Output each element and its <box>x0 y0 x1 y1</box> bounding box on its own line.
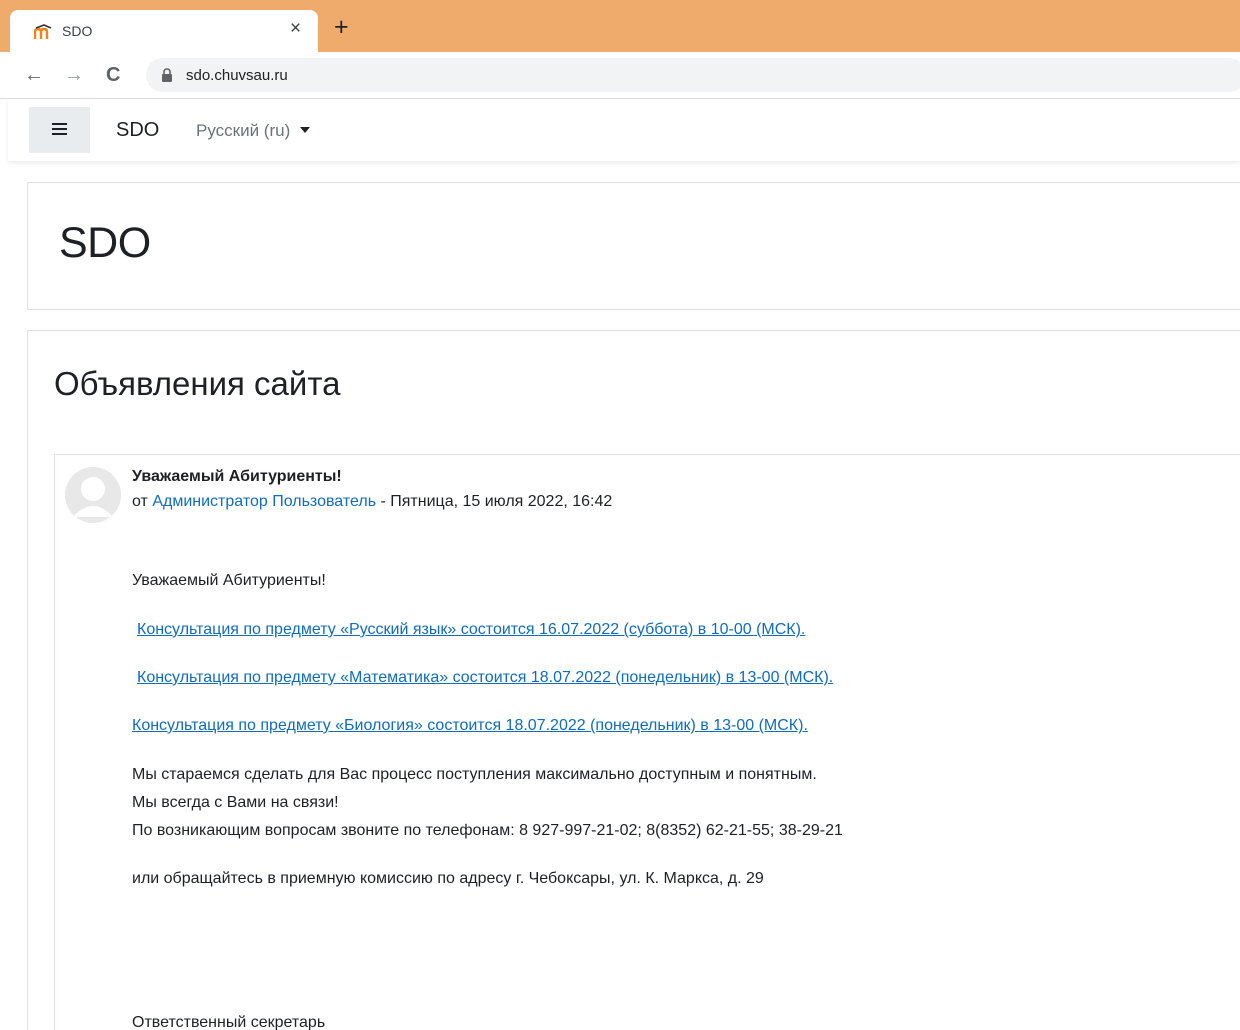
post-byline: от Администратор Пользователь - Пятница,… <box>132 493 612 511</box>
link-russian[interactable]: Консультация по предмету «Русский язык» … <box>137 621 805 638</box>
avatar[interactable] <box>65 467 121 523</box>
byline-prefix: от <box>132 493 153 510</box>
hamburger-icon <box>52 123 67 125</box>
link-math[interactable]: Консультация по предмету «Математика» со… <box>137 669 833 686</box>
tab-title: SDO <box>62 23 93 39</box>
browser-toolbar: ← → C sdo.chuvsau.ru <box>0 52 1240 98</box>
author-link[interactable]: Администратор Пользователь <box>152 493 376 510</box>
post-greeting: Уважаемый Абитуриенты! <box>132 572 326 589</box>
consultation-link-math: Консультация по предмету «Математика» со… <box>137 669 833 687</box>
post-text-line-1: Мы стараемся сделать для Вас процесс пос… <box>132 766 817 783</box>
page-title: SDO <box>59 219 151 267</box>
post-signature: Ответственный секретарь <box>132 1014 326 1030</box>
announcements-heading: Объявления сайта <box>54 365 341 402</box>
lock-icon <box>162 68 172 82</box>
site-navbar: SDO Русский ‎(ru)‎ <box>8 99 1240 161</box>
link-biology[interactable]: Консультация по предмету «Биология» сост… <box>132 717 808 734</box>
consultation-link-biology: Консультация по предмету «Биология» сост… <box>132 717 808 735</box>
nav-drawer-button[interactable] <box>29 107 90 153</box>
language-label: Русский ‎(ru)‎ <box>196 121 291 140</box>
page-header: SDO <box>27 182 1240 310</box>
new-tab-button[interactable]: + <box>334 14 349 40</box>
post-text-line-4: или обращайтесь в приемную комиссию по а… <box>132 870 764 887</box>
url-text: sdo.chuvsau.ru <box>186 67 288 84</box>
back-icon[interactable]: ← <box>24 64 44 86</box>
site-brand-link[interactable]: SDO <box>116 119 159 142</box>
language-menu[interactable]: Русский ‎(ru)‎ <box>196 121 311 141</box>
site-announcements: Объявления сайта Уважаемый Абитуриенты! … <box>27 330 1240 1030</box>
reload-icon[interactable]: C <box>106 64 120 86</box>
address-bar[interactable]: sdo.chuvsau.ru <box>146 58 1240 92</box>
browser-tabstrip: SDO × + <box>0 0 1240 52</box>
post-date: - Пятница, 15 июля 2022, 16:42 <box>376 493 613 510</box>
forward-icon[interactable]: → <box>64 64 84 86</box>
tab-close-icon[interactable]: × <box>290 19 301 39</box>
moodle-favicon-icon <box>34 24 52 39</box>
caret-down-icon <box>300 127 311 133</box>
post-subject: Уважаемый Абитуриенты! <box>132 468 342 485</box>
forum-post: Уважаемый Абитуриенты! от Администратор … <box>54 454 1240 1030</box>
post-text-line-2: Мы всегда с Вами на связи! <box>132 794 339 811</box>
browser-tab[interactable]: SDO × <box>10 10 318 52</box>
consultation-link-russian: Консультация по предмету «Русский язык» … <box>137 621 805 639</box>
post-text-line-3: По возникающим вопросам звоните по телеф… <box>132 822 843 839</box>
user-silhouette-icon <box>65 467 121 523</box>
